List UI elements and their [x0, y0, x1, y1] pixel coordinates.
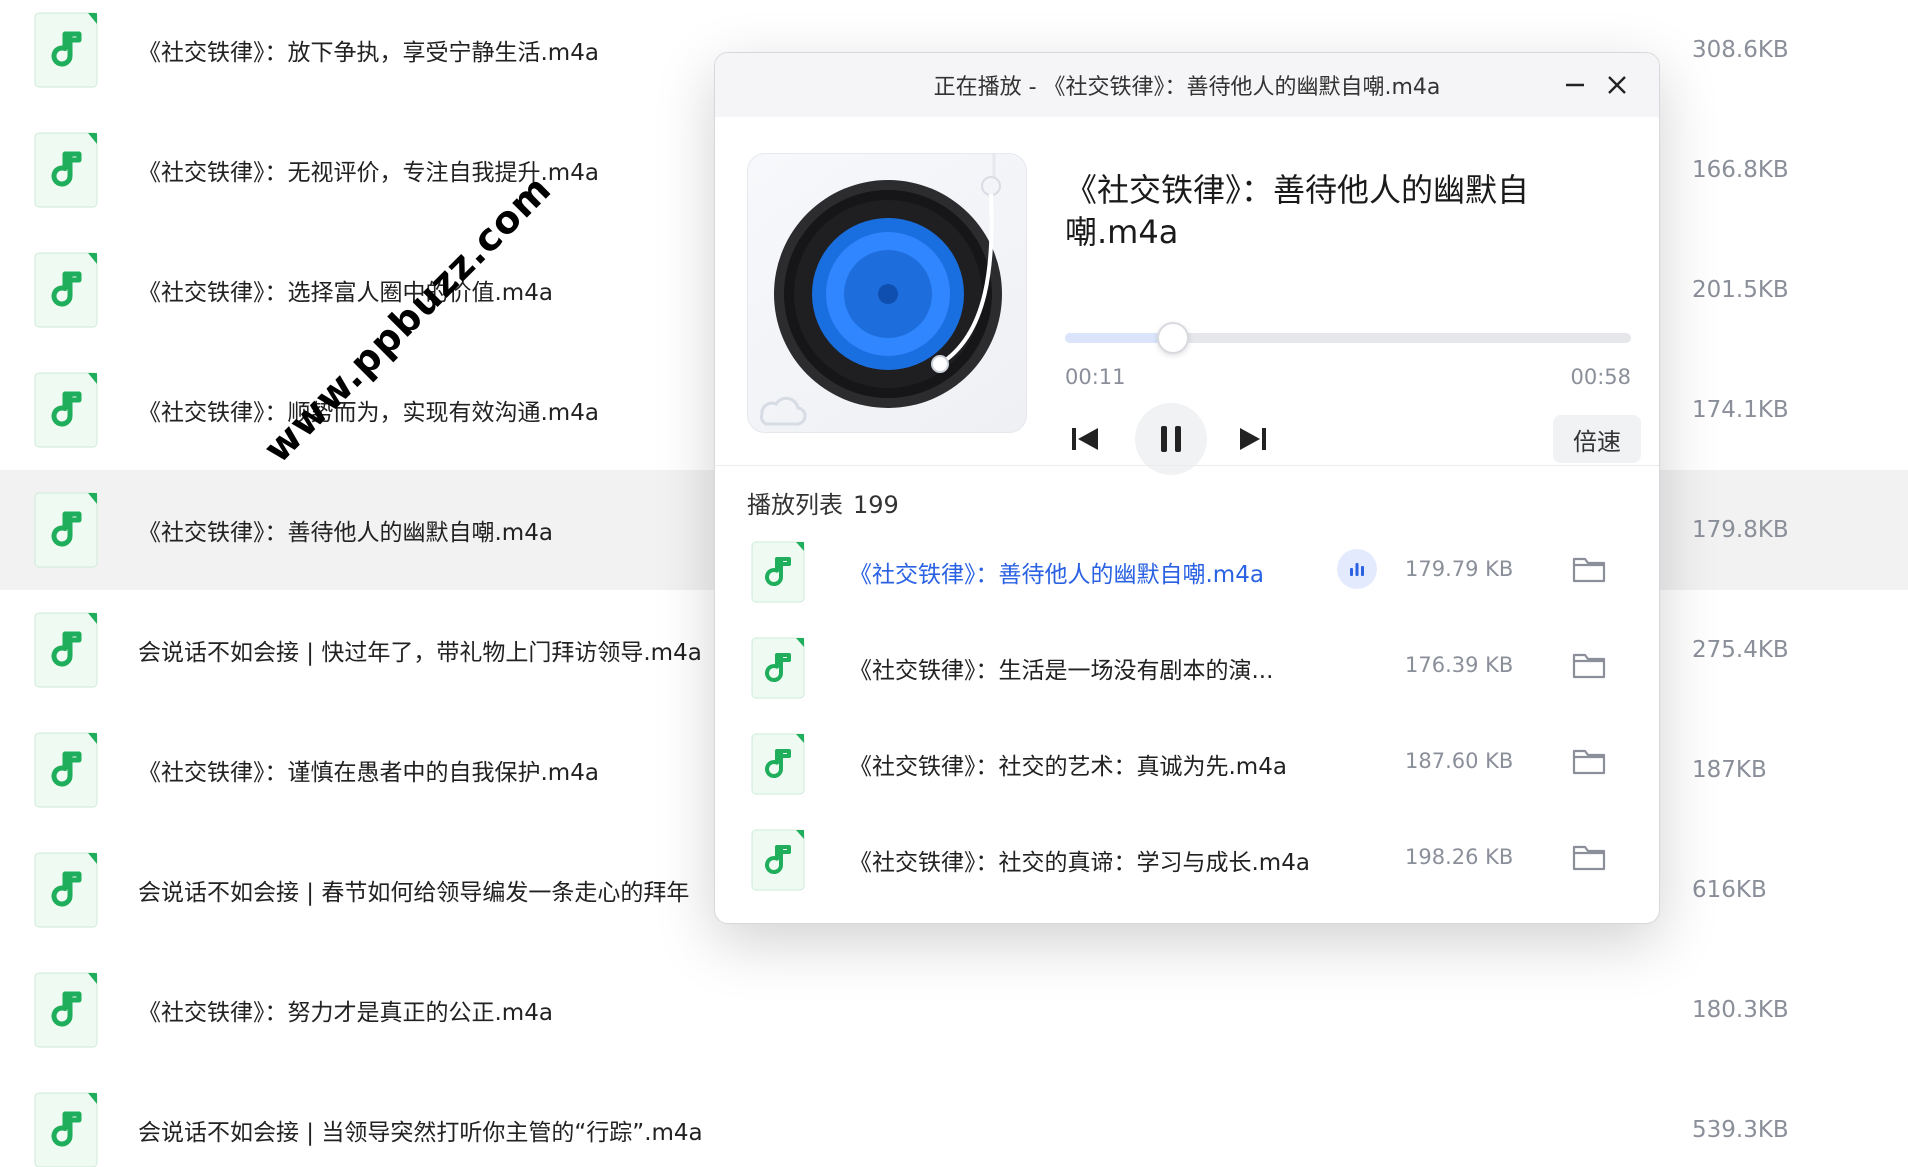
music-file-icon	[34, 492, 98, 568]
divider	[715, 465, 1659, 466]
previous-icon	[1072, 428, 1098, 450]
music-file-icon	[34, 252, 98, 328]
close-icon	[1608, 76, 1626, 94]
file-size: 539.3KB	[1692, 1117, 1789, 1143]
playlist-item[interactable]: 《社交铁律》：社交的真谛：学习与成长.m4a 198.26 KB	[715, 811, 1659, 907]
playlist-label: 播放列表	[747, 491, 843, 519]
vinyl-record-icon	[760, 154, 1002, 426]
file-size: 174.1KB	[1692, 397, 1789, 423]
playback-controls: 倍速	[1065, 403, 1641, 479]
playing-indicator-icon	[1350, 563, 1364, 576]
progress-knob[interactable]	[1156, 322, 1189, 354]
file-row[interactable]: 《社交铁律》：努力才是真正的公正.m4a 180.3KB	[0, 950, 1908, 1070]
window-title: 正在播放 - 《社交铁律》：善待他人的幽默自嘲.m4a	[933, 75, 1441, 100]
playlist-item-size: 176.39 KB	[1405, 653, 1514, 677]
file-size: 179.8KB	[1692, 517, 1789, 543]
file-name: 《社交铁律》：顺势而为，实现有效沟通.m4a	[138, 400, 599, 426]
progress-slider[interactable]	[1065, 322, 1631, 354]
file-name: 会说话不如会接 | 当领导突然打听你主管的“行踪”.m4a	[138, 1120, 703, 1146]
file-row[interactable]: 会说话不如会接 | 当领导突然打听你主管的“行踪”.m4a 539.3KB	[0, 1070, 1908, 1167]
file-name: 《社交铁律》：选择富人圈中的价值.m4a	[138, 280, 553, 306]
folder-icon[interactable]	[1571, 839, 1607, 875]
music-file-icon	[34, 852, 98, 928]
pause-icon	[1161, 426, 1181, 452]
playlist-header: 播放列表 199	[747, 485, 899, 520]
music-file-icon	[34, 132, 98, 208]
file-size: 275.4KB	[1692, 637, 1789, 663]
playlist-item-name: 《社交铁律》：社交的真谛：学习与成长.m4a	[849, 850, 1310, 876]
file-size: 180.3KB	[1692, 997, 1789, 1023]
file-name: 《社交铁律》：善待他人的幽默自嘲.m4a	[138, 520, 553, 546]
playing-indicator	[1337, 549, 1377, 589]
music-file-icon	[751, 733, 805, 795]
file-name: 《社交铁律》：努力才是真正的公正.m4a	[138, 1000, 553, 1026]
album-cover	[747, 153, 1027, 433]
music-file-icon	[751, 637, 805, 699]
music-file-icon	[751, 829, 805, 891]
playlist-item-name: 《社交铁律》：善待他人的幽默自嘲.m4a	[849, 562, 1264, 588]
file-name: 会说话不如会接 | 春节如何给领导编发一条走心的拜年	[138, 880, 690, 906]
player-titlebar[interactable]: 正在播放 - 《社交铁律》：善待他人的幽默自嘲.m4a	[715, 53, 1659, 117]
speed-button[interactable]: 倍速	[1553, 415, 1641, 463]
file-size: 201.5KB	[1692, 277, 1789, 303]
music-file-icon	[34, 372, 98, 448]
file-name: 《社交铁律》：谨慎在愚者中的自我保护.m4a	[138, 760, 599, 786]
folder-icon[interactable]	[1571, 743, 1607, 779]
file-size: 616KB	[1692, 877, 1767, 903]
music-file-icon	[34, 612, 98, 688]
previous-button[interactable]	[1065, 419, 1105, 459]
file-name: 会说话不如会接 | 快过年了，带礼物上门拜访领导.m4a	[138, 640, 702, 666]
player-window: 正在播放 - 《社交铁律》：善待他人的幽默自嘲.m4a 《社交铁律》：善待他人的…	[714, 52, 1660, 924]
minimize-button[interactable]	[1557, 67, 1593, 103]
now-playing: 《社交铁律》：善待他人的幽默自嘲.m4a 00:11 00:58 倍速	[747, 153, 1641, 475]
song-title: 《社交铁律》：善待他人的幽默自嘲.m4a	[1065, 171, 1530, 251]
music-file-icon	[34, 1092, 98, 1167]
next-button[interactable]	[1233, 419, 1273, 459]
file-size: 187KB	[1692, 757, 1767, 783]
file-size: 166.8KB	[1692, 157, 1789, 183]
music-file-icon	[34, 972, 98, 1048]
folder-icon[interactable]	[1571, 647, 1607, 683]
next-icon	[1240, 428, 1266, 450]
file-name: 《社交铁律》：放下争执，享受宁静生活.m4a	[138, 40, 599, 66]
playlist-item-name: 《社交铁律》：生活是一场没有剧本的演...	[849, 658, 1274, 684]
playlist-item-active[interactable]: 《社交铁律》：善待他人的幽默自嘲.m4a 179.79 KB	[715, 523, 1659, 619]
music-file-icon	[34, 732, 98, 808]
playlist-item-name: 《社交铁律》：社交的艺术：真诚为先.m4a	[849, 754, 1287, 780]
file-size: 308.6KB	[1692, 37, 1789, 63]
playlist-item-size: 179.79 KB	[1405, 557, 1514, 581]
music-file-icon	[751, 541, 805, 603]
music-file-icon	[34, 12, 98, 88]
current-time: 00:11	[1065, 365, 1126, 389]
playlist-item[interactable]: 《社交铁律》：生活是一场没有剧本的演... 176.39 KB	[715, 619, 1659, 715]
minimize-icon	[1566, 83, 1584, 87]
folder-icon[interactable]	[1571, 551, 1607, 587]
playlist-item-size: 187.60 KB	[1405, 749, 1514, 773]
duration: 00:58	[1570, 365, 1631, 389]
playlist-item-size: 198.26 KB	[1405, 845, 1514, 869]
close-button[interactable]	[1599, 67, 1635, 103]
playlist-count: 199	[853, 491, 899, 519]
playlist-item[interactable]: 《社交铁律》：社交的艺术：真诚为先.m4a 187.60 KB	[715, 715, 1659, 811]
